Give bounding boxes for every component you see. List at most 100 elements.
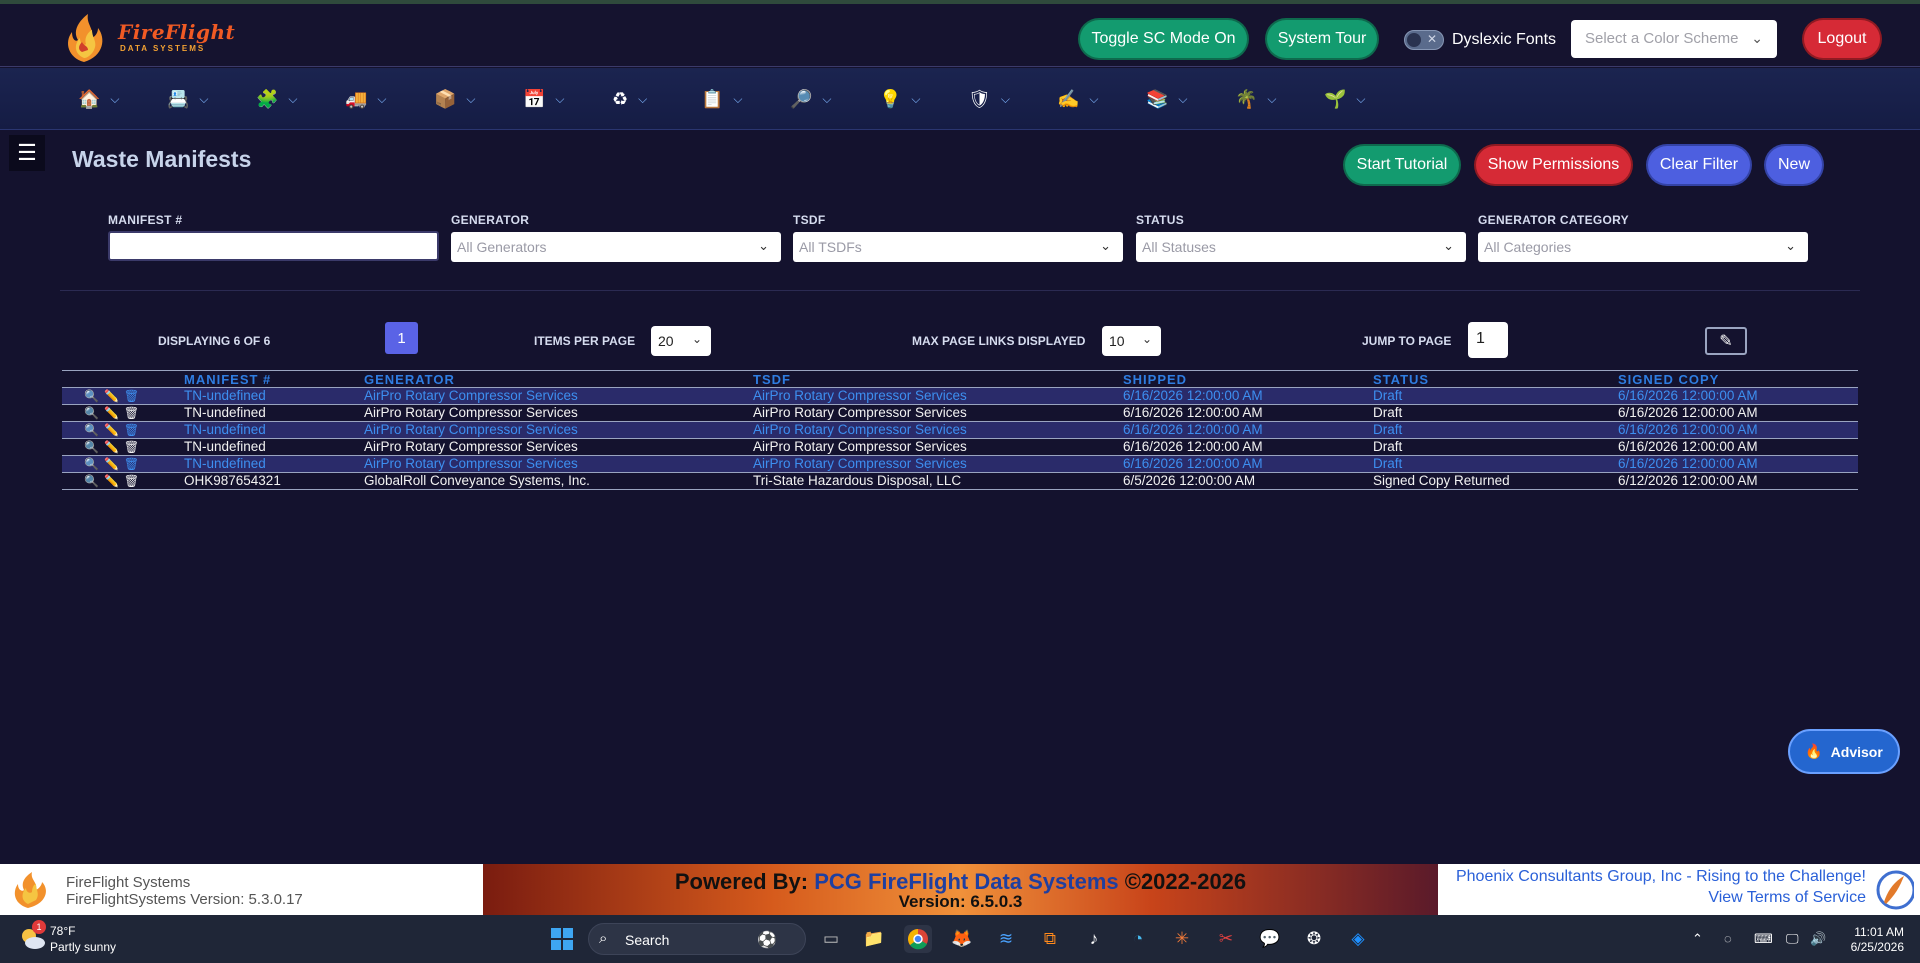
- firefox-icon[interactable]: 🦊: [948, 925, 976, 953]
- items-per-page-select[interactable]: 20 ⌄: [651, 326, 711, 356]
- nav-sustainability[interactable]: 🌱 ⌵: [1324, 87, 1366, 111]
- nav-home[interactable]: 🏠 ⌵: [78, 87, 120, 111]
- nav-shipping[interactable]: 🚚 ⌵: [345, 87, 387, 111]
- view-icon[interactable]: 🔍: [84, 389, 99, 403]
- logout-button[interactable]: Logout: [1804, 20, 1880, 58]
- delete-icon[interactable]: 🗑: [124, 457, 139, 471]
- nav-security[interactable]: 🛡 ⌵: [968, 87, 1010, 111]
- column-header-manifest[interactable]: MANIFEST #: [184, 370, 364, 388]
- page-1-button[interactable]: 1: [385, 322, 418, 354]
- column-header-tsdf[interactable]: TSDF: [753, 370, 1123, 388]
- edit-icon[interactable]: ✏️: [104, 423, 119, 437]
- clear-sort-button[interactable]: ✎: [1705, 327, 1747, 355]
- edge-icon[interactable]: ◔: [1124, 925, 1152, 953]
- items-per-page-value: 20: [658, 333, 674, 349]
- tiktok-icon[interactable]: ♪: [1080, 925, 1108, 953]
- column-header-generator[interactable]: GENERATOR: [364, 370, 753, 388]
- edit-icon[interactable]: ✏️: [104, 406, 119, 420]
- view-icon[interactable]: 🔍: [84, 474, 99, 488]
- delete-icon[interactable]: 🗑: [124, 389, 139, 403]
- dyslexic-fonts-toggle[interactable]: ✕: [1404, 30, 1444, 50]
- terms-of-service-link[interactable]: View Terms of Service: [1708, 889, 1866, 907]
- weather-temperature[interactable]: 78°F: [50, 924, 75, 938]
- network-icon[interactable]: 🖵: [1786, 931, 1799, 947]
- snipping-tool-icon[interactable]: ✂: [1212, 925, 1240, 953]
- nav-library[interactable]: 📚 ⌵: [1146, 87, 1188, 111]
- edit-icon[interactable]: ✏️: [104, 389, 119, 403]
- clear-filter-button[interactable]: Clear Filter: [1648, 146, 1750, 184]
- view-icon[interactable]: 🔍: [84, 457, 99, 471]
- table-row[interactable]: 🔍 ✏️ 🗑 TN-undefined AirPro Rotary Compress…: [62, 387, 1858, 405]
- task-view-icon[interactable]: ▭: [817, 925, 845, 953]
- show-permissions-button[interactable]: Show Permissions: [1476, 146, 1631, 184]
- footer-app-version: FireFlightSystems Version: 5.3.0.17: [66, 891, 303, 908]
- taskbar-search-input[interactable]: ⌕ Search ⚽: [588, 923, 806, 955]
- max-page-links-select[interactable]: 10 ⌄: [1102, 326, 1161, 356]
- company-link[interactable]: Phoenix Consultants Group, Inc - Rising …: [1456, 868, 1866, 886]
- view-icon[interactable]: 🔍: [84, 406, 99, 420]
- color-scheme-select[interactable]: Select a Color Scheme ⌄: [1571, 20, 1777, 58]
- nav-search[interactable]: 🔎 ⌵: [790, 87, 832, 111]
- chatgpt-icon[interactable]: ❂: [1300, 925, 1328, 953]
- nav-calendar[interactable]: 📅 ⌵: [523, 87, 565, 111]
- system-tour-button[interactable]: System Tour: [1267, 20, 1377, 58]
- delete-icon[interactable]: 🗑: [124, 474, 139, 488]
- nav-environment[interactable]: ♻ ⌵: [612, 87, 647, 111]
- chevron-down-icon: ⌄: [691, 332, 702, 346]
- azure-data-studio-icon[interactable]: ≋: [992, 925, 1020, 953]
- manifest-number-input[interactable]: [108, 231, 439, 261]
- app-icon[interactable]: ◈: [1344, 925, 1372, 953]
- column-header-signed-copy[interactable]: SIGNED COPY: [1618, 370, 1858, 388]
- edit-icon[interactable]: ✏️: [104, 474, 119, 488]
- file-explorer-icon[interactable]: 📁: [860, 925, 888, 953]
- cell-shipped: 6/16/2026 12:00:00 AM: [1123, 438, 1373, 456]
- status-select[interactable]: All Statuses ⌄: [1136, 232, 1466, 262]
- tsdf-select[interactable]: All TSDFs ⌄: [793, 232, 1123, 262]
- weather-description[interactable]: Partly sunny: [50, 940, 116, 954]
- calendar-icon: 📅: [523, 89, 546, 109]
- table-row[interactable]: 🔍 ✏️ 🗑 TN-undefined AirPro Rotary Compress…: [62, 421, 1858, 439]
- nav-signatures[interactable]: ✍ ⌵: [1057, 87, 1099, 111]
- category-select[interactable]: All Categories ⌄: [1478, 232, 1808, 262]
- tsdf-filter-label: TSDF: [793, 213, 826, 227]
- claude-icon[interactable]: ✳: [1168, 925, 1196, 953]
- volume-icon[interactable]: 🔊: [1810, 931, 1826, 947]
- table-row[interactable]: 🔍 ✏️ 🗑 TN-undefined AirPro Rotary Compress…: [62, 404, 1858, 422]
- column-header-shipped[interactable]: SHIPPED: [1123, 370, 1373, 388]
- advisor-button[interactable]: 🔥 Advisor: [1788, 729, 1900, 774]
- view-icon[interactable]: 🔍: [84, 440, 99, 454]
- nav-ideas[interactable]: 💡 ⌵: [879, 87, 921, 111]
- nav-reports[interactable]: 📋 ⌵: [701, 87, 743, 111]
- start-tutorial-button[interactable]: Start Tutorial: [1345, 146, 1459, 184]
- fireflight-logo[interactable]: FireFlight DATA SYSTEMS: [62, 12, 242, 66]
- windows-start-icon[interactable]: [548, 925, 576, 953]
- nav-documents[interactable]: 📇 ⌵: [167, 87, 209, 111]
- new-button[interactable]: New: [1766, 146, 1822, 184]
- edit-icon[interactable]: ✏️: [104, 457, 119, 471]
- table-row[interactable]: 🔍 ✏️ 🗑 OHK987654321 GlobalRoll Conveyance …: [62, 472, 1858, 490]
- delete-icon[interactable]: 🗑: [124, 440, 139, 454]
- table-row[interactable]: 🔍 ✏️ 🗑 TN-undefined AirPro Rotary Compress…: [62, 438, 1858, 456]
- generator-select[interactable]: All Generators ⌄: [451, 232, 781, 262]
- visibility-off-icon[interactable]: ◌: [1724, 931, 1732, 946]
- show-hidden-icons-chevron[interactable]: ⌃: [1692, 931, 1703, 947]
- diagram-app-icon[interactable]: ⧉: [1036, 925, 1064, 953]
- manifest-filter-label: MANIFEST #: [108, 213, 183, 227]
- chevron-down-icon: ⌵: [911, 91, 921, 106]
- table-row[interactable]: 🔍 ✏️ 🗑 TN-undefined AirPro Rotary Compress…: [62, 455, 1858, 473]
- column-header-status[interactable]: STATUS: [1373, 370, 1618, 388]
- delete-icon[interactable]: 🗑: [124, 423, 139, 437]
- nav-inventory[interactable]: 📦 ⌵: [434, 87, 476, 111]
- view-icon[interactable]: 🔍: [84, 423, 99, 437]
- messages-icon[interactable]: 💬: [1256, 925, 1284, 953]
- edit-icon[interactable]: ✏️: [104, 440, 119, 454]
- nav-facilities[interactable]: 🌴 ⌵: [1235, 87, 1277, 111]
- jump-to-page-input[interactable]: 1: [1468, 322, 1508, 358]
- nav-modules[interactable]: 🧩 ⌵: [256, 87, 298, 111]
- delete-icon[interactable]: 🗑: [124, 406, 139, 420]
- toggle-sc-mode-button[interactable]: Toggle SC Mode On: [1080, 20, 1247, 58]
- sidebar-menu-toggle[interactable]: ☰: [9, 135, 45, 171]
- keyboard-icon[interactable]: ⌨: [1754, 931, 1773, 947]
- taskbar-clock[interactable]: 11:01 AM 6/25/2026: [1834, 925, 1904, 955]
- chrome-icon[interactable]: [904, 925, 932, 953]
